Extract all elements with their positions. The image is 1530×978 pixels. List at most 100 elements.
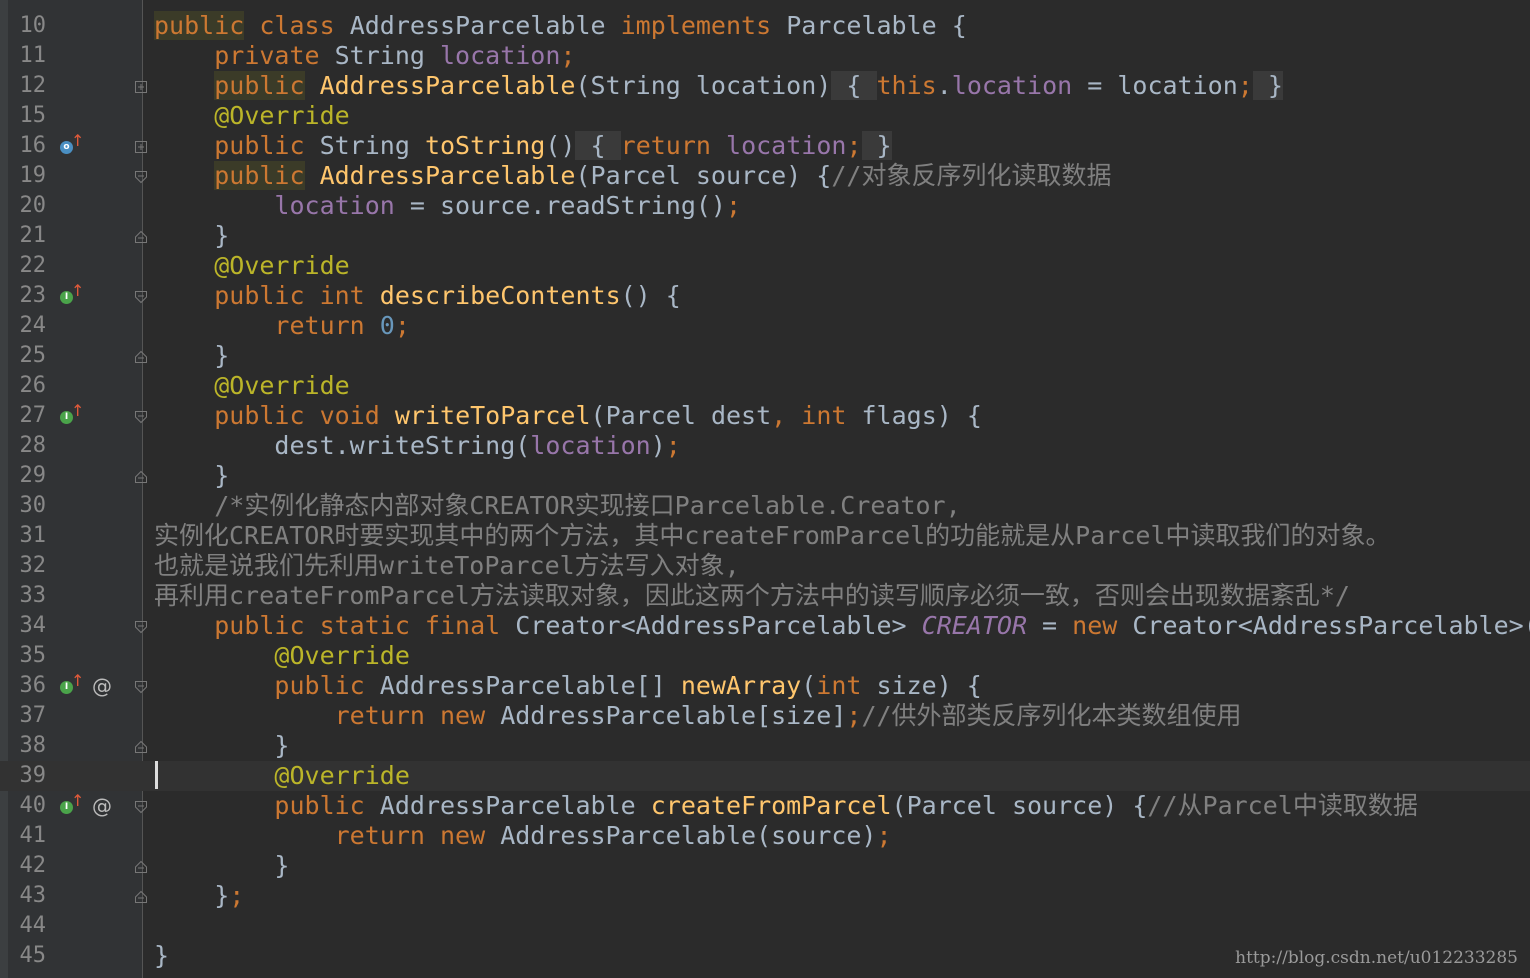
code-line[interactable]: 23 I ↑ public int describeContents() { (0, 281, 1530, 311)
code-line[interactable]: 41 return new AddressParcelable(source); (0, 821, 1530, 851)
code-line[interactable]: 32 也就是说我们先利用writeToParcel方法写入对象, (0, 551, 1530, 581)
code-line[interactable]: 39 @Override (0, 761, 1530, 791)
code-line[interactable]: 20 location = source.readString(); (0, 191, 1530, 221)
code-line[interactable]: 29 } (0, 461, 1530, 491)
code-token: 也就是说我们先利用writeToParcel方法写入对象, (154, 551, 740, 580)
code-text[interactable]: private String location; (154, 41, 575, 71)
code-text[interactable]: } (154, 461, 229, 491)
code-token: . (936, 71, 952, 100)
code-line[interactable]: 26 @Override (0, 371, 1530, 401)
implements-method-icon[interactable]: I ↑ (60, 283, 84, 305)
code-line[interactable]: 11 private String location; (0, 41, 1530, 71)
fold-end-icon[interactable] (133, 739, 149, 755)
expand-fold-icon[interactable] (133, 139, 149, 155)
code-text[interactable]: return new AddressParcelable[size];//供外部… (154, 701, 1242, 731)
code-text[interactable]: return new AddressParcelable(source); (154, 821, 892, 851)
code-text[interactable]: public void writeToParcel(Parcel dest, i… (154, 401, 982, 431)
code-text[interactable]: /*实例化静态内部对象CREATOR实现接口Parcelable.Creator… (154, 491, 960, 521)
code-text[interactable]: @Override (154, 641, 409, 671)
annotation-gutter-icon[interactable]: @ (92, 671, 112, 701)
code-text[interactable]: public int describeContents() { (154, 281, 681, 311)
code-text[interactable]: return 0; (154, 311, 410, 341)
collapse-fold-icon[interactable] (133, 289, 149, 305)
code-text[interactable]: public AddressParcelable[] newArray(int … (154, 671, 981, 701)
code-line[interactable]: 16 o ↑ public String toString() { return l… (0, 131, 1530, 161)
code-line[interactable]: 34 public static final Creator<AddressPa… (0, 611, 1530, 641)
code-line[interactable]: 30 /*实例化静态内部对象CREATOR实现接口Parcelable.Crea… (0, 491, 1530, 521)
code-line[interactable]: 36 I ↑ @ public AddressParcelable[] newArra… (0, 671, 1530, 701)
code-line[interactable]: 25 } (0, 341, 1530, 371)
code-line[interactable]: 35 @Override (0, 641, 1530, 671)
code-text[interactable]: } (154, 221, 229, 251)
code-token: } (214, 341, 230, 370)
annotation-gutter-icon[interactable]: @ (92, 791, 112, 821)
fold-end-icon[interactable] (133, 349, 149, 365)
implements-method-icon[interactable]: I ↑ (60, 673, 84, 695)
overrides-method-icon[interactable]: o ↑ (60, 133, 84, 155)
code-line[interactable]: 19 public AddressParcelable(Parcel sourc… (0, 161, 1530, 191)
code-text[interactable]: public class AddressParcelable implement… (154, 11, 967, 41)
line-number: 21 (19, 223, 47, 248)
code-text[interactable]: location = source.readString(); (154, 191, 741, 221)
code-line[interactable]: 43 }; (0, 881, 1530, 911)
fold-end-icon[interactable] (133, 889, 149, 905)
code-text[interactable]: public static final Creator<AddressParce… (154, 611, 1530, 641)
code-text[interactable]: public String toString() { return locati… (154, 131, 892, 161)
code-token: Creator<AddressParcelable> (500, 611, 922, 640)
code-token: , (771, 401, 787, 430)
fold-end-icon[interactable] (133, 229, 149, 245)
code-text[interactable]: @Override (154, 761, 409, 791)
code-text[interactable]: 实例化CREATOR时要实现其中的两个方法，其中createFromParcel… (154, 521, 1391, 551)
fold-end-icon[interactable] (133, 859, 149, 875)
code-text[interactable]: } (154, 851, 289, 881)
code-text[interactable]: public AddressParcelable(Parcel source) … (154, 161, 1111, 191)
code-text[interactable]: } (154, 341, 229, 371)
code-line[interactable]: 22 @Override (0, 251, 1530, 281)
code-line[interactable]: 15 @Override (0, 101, 1530, 131)
code-line[interactable]: 44 (0, 911, 1530, 941)
code-line[interactable]: 21 } (0, 221, 1530, 251)
code-line[interactable]: 10 public class AddressParcelable impleme… (0, 11, 1530, 41)
line-number: 38 (19, 733, 47, 758)
collapse-fold-icon[interactable] (133, 799, 149, 815)
code-token: class (259, 11, 335, 40)
code-token: AddressParcelable(source) (485, 821, 877, 850)
code-text[interactable]: public AddressParcelable(String location… (154, 71, 1283, 101)
collapse-fold-icon[interactable] (133, 679, 149, 695)
code-text[interactable]: @Override (154, 371, 349, 401)
code-text[interactable]: @Override (154, 251, 349, 281)
code-token: AddressParcelable (304, 161, 576, 190)
code-line[interactable]: 31 实例化CREATOR时要实现其中的两个方法，其中createFromParc… (0, 521, 1530, 551)
code-line[interactable]: 28 dest.writeString(location); (0, 431, 1530, 461)
expand-fold-icon[interactable] (133, 79, 149, 95)
code-text[interactable]: 再利用createFromParcel方法读取对象，因此这两个方法中的读写顺序必… (154, 581, 1350, 611)
collapse-fold-icon[interactable] (133, 169, 149, 185)
code-text[interactable]: } (154, 731, 289, 761)
collapse-fold-icon[interactable] (133, 409, 149, 425)
fold-end-icon[interactable] (133, 469, 149, 485)
code-line[interactable]: 12 public AddressParcelable(String locat… (0, 71, 1530, 101)
code-text[interactable]: public AddressParcelable createFromParce… (154, 791, 1417, 821)
code-line[interactable]: 37 return new AddressParcelable[size];//… (0, 701, 1530, 731)
collapse-fold-icon[interactable] (133, 619, 149, 635)
line-number: 20 (19, 193, 47, 218)
code-token: new (1072, 611, 1118, 640)
code-text[interactable]: dest.writeString(location); (154, 431, 680, 461)
code-text[interactable]: @Override (154, 101, 349, 131)
code-line[interactable]: 24 return 0; (0, 311, 1530, 341)
code-line[interactable]: 27 I ↑ public void writeToParcel(Parcel de… (0, 401, 1530, 431)
code-line[interactable]: 33 再利用createFromParcel方法读取对象，因此这两个方法中的读写顺… (0, 581, 1530, 611)
implements-method-icon[interactable]: I ↑ (60, 793, 84, 815)
code-line[interactable]: 38 } (0, 731, 1530, 761)
implements-method-icon[interactable]: I ↑ (60, 403, 84, 425)
code-text[interactable]: 也就是说我们先利用writeToParcel方法写入对象, (154, 551, 740, 581)
code-line[interactable]: 40 I ↑ @ public AddressParcelable createFro… (0, 791, 1530, 821)
code-text[interactable]: } (154, 941, 169, 971)
code-text[interactable]: }; (154, 881, 244, 911)
code-token: //供外部类反序列化本类数组使用 (861, 701, 1242, 730)
code-line[interactable]: 42 } (0, 851, 1530, 881)
